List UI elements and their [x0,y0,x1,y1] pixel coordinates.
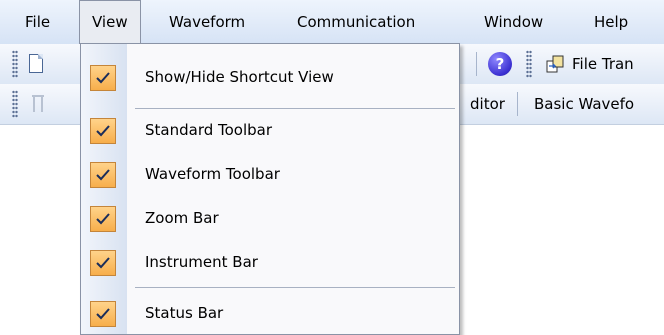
menu-bar: File View Waveform Communication Window … [0,0,664,45]
menu-item-show-hide-shortcut-view[interactable]: Show/Hide Shortcut View [81,59,459,95]
menu-file[interactable]: File [13,0,62,44]
toolbar-grip-handle[interactable] [12,50,18,78]
pin-tool-icon[interactable] [30,94,46,114]
checkmark-icon [90,206,116,232]
basic-waveform-tab[interactable]: Basic Wavefo [534,84,634,124]
menu-waveform[interactable]: Waveform [157,0,257,44]
menu-item-label: Status Bar [145,304,224,322]
menu-window[interactable]: Window [472,0,555,44]
view-menu-dropdown: Show/Hide Shortcut View Standard Toolbar… [80,43,460,335]
file-transfer-button[interactable]: File Tran [572,44,634,84]
menu-help[interactable]: Help [582,0,640,44]
checkmark-icon [90,250,116,276]
toolbar-separator [476,52,477,76]
checkmark-icon [90,162,116,188]
menu-separator [135,108,455,109]
menu-communication[interactable]: Communication [285,0,427,44]
editor-tab[interactable]: ditor [470,84,505,124]
menu-view[interactable]: View [79,0,141,44]
menu-item-waveform-toolbar[interactable]: Waveform Toolbar [81,156,459,192]
menu-item-zoom-bar[interactable]: Zoom Bar [81,200,459,236]
menu-item-label: Show/Hide Shortcut View [145,68,334,86]
menu-item-label: Waveform Toolbar [145,165,280,183]
menu-item-instrument-bar[interactable]: Instrument Bar [81,244,459,280]
toolbar-grip-handle[interactable] [12,90,18,118]
menu-item-label: Standard Toolbar [145,121,273,139]
file-transfer-icon[interactable] [545,54,565,74]
menu-item-label: Zoom Bar [145,209,219,227]
new-document-icon[interactable] [29,54,43,73]
toolbar-separator [517,92,518,116]
toolbar-grip-handle[interactable] [526,50,532,78]
help-icon[interactable]: ? [488,52,512,76]
checkmark-icon [90,301,116,327]
menu-item-status-bar[interactable]: Status Bar [81,295,459,331]
menu-separator [135,287,455,288]
checkmark-icon [90,65,116,91]
menu-item-label: Instrument Bar [145,253,258,271]
menu-item-standard-toolbar[interactable]: Standard Toolbar [81,112,459,148]
checkmark-icon [90,118,116,144]
